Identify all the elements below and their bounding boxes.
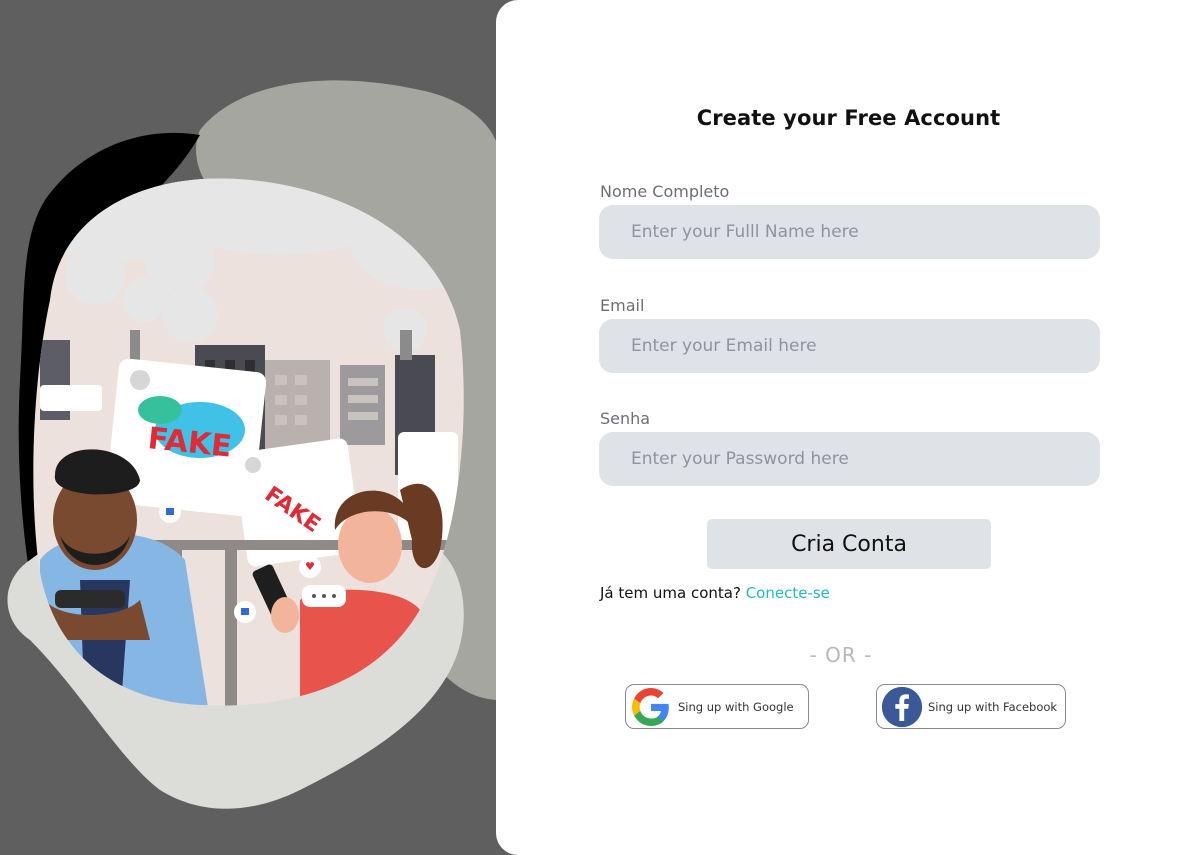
signup-panel: Create your Free Account Nome Completo E…: [496, 0, 1201, 855]
email-label: Email: [600, 296, 645, 315]
facebook-signup-label: Sing up with Facebook: [928, 699, 1058, 714]
create-account-button[interactable]: Cria Conta: [707, 519, 991, 569]
google-signup-button[interactable]: Sing up with Google: [625, 684, 809, 729]
full-name-label: Nome Completo: [600, 182, 730, 201]
password-input[interactable]: [599, 432, 1100, 486]
google-signup-label: Sing up with Google: [678, 699, 794, 714]
email-input[interactable]: [599, 319, 1100, 373]
login-prompt-text: Já tem uma conta?: [600, 584, 741, 602]
page-title: Create your Free Account: [696, 106, 1001, 130]
full-name-input[interactable]: [599, 205, 1100, 259]
login-prompt-line: Já tem uma conta? Conecte-se: [600, 584, 830, 602]
google-icon: [632, 687, 669, 726]
login-link[interactable]: Conecte-se: [746, 584, 830, 602]
password-label: Senha: [600, 409, 651, 428]
illustration-panel: FAKE FAKE: [0, 0, 500, 855]
or-divider: - OR -: [809, 643, 873, 667]
fake-news-illustration: FAKE FAKE: [7, 80, 500, 809]
facebook-icon: [881, 686, 923, 727]
facebook-signup-button[interactable]: Sing up with Facebook: [876, 684, 1066, 729]
